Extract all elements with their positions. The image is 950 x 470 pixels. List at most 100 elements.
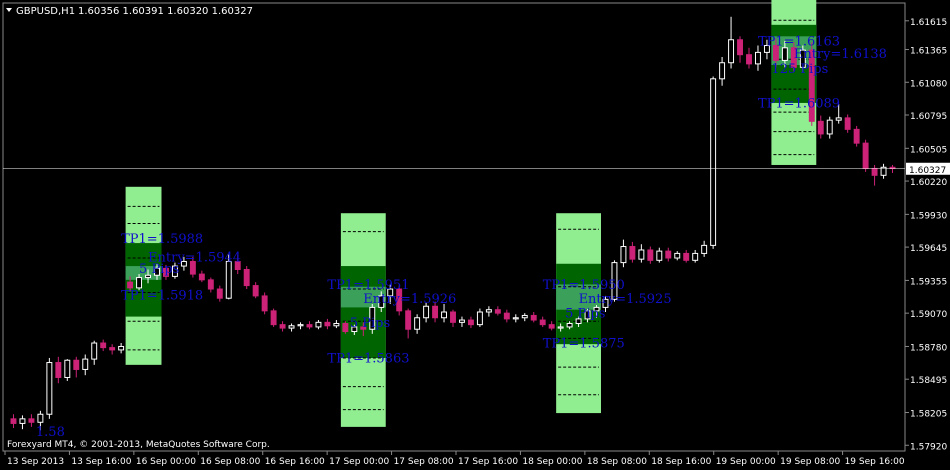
candle-body xyxy=(252,285,259,297)
candle-body xyxy=(297,324,304,327)
candle-body xyxy=(665,250,672,259)
annotation-label: 5 Pips xyxy=(350,316,390,331)
candle-body xyxy=(844,117,851,130)
y-tick-label: 1.58780 xyxy=(910,343,947,353)
candle-body xyxy=(629,246,636,260)
annotation-label: 1.58 xyxy=(36,425,65,440)
x-tick-label: 16 Sep 16:00 xyxy=(265,457,325,467)
candle-body xyxy=(755,51,761,65)
candle-body xyxy=(656,250,663,261)
y-tick-label: 1.61365 xyxy=(910,47,947,57)
annotation-label: TP1=1.5951 xyxy=(327,278,409,293)
candle-body xyxy=(647,249,654,261)
y-tick-label: 1.59645 xyxy=(910,244,947,254)
candle-body xyxy=(459,319,465,323)
candle-body xyxy=(414,317,421,330)
candle-body xyxy=(288,325,295,329)
y-tick-label: 1.59070 xyxy=(910,310,947,320)
y-tick-label: 1.60220 xyxy=(910,178,947,188)
candle-body xyxy=(683,252,690,261)
candle-body xyxy=(548,324,555,329)
candle-body xyxy=(521,314,528,319)
candle-body xyxy=(620,246,627,264)
candle-body xyxy=(82,358,89,370)
candle-body xyxy=(207,279,214,290)
y-tick-label: 1.61080 xyxy=(910,79,947,89)
candle-body xyxy=(871,167,878,176)
annotation-label: 5 Pips xyxy=(139,262,179,277)
candle-body xyxy=(91,342,98,360)
price-chart[interactable]: TP1=1.5988Entry=1.59445 PipsTP1=1.5918TP… xyxy=(0,0,950,470)
candle-body xyxy=(853,128,860,144)
x-tick-label: 19 Sep 08:00 xyxy=(780,457,840,467)
annotation-label: TP1=1.5950 xyxy=(543,278,625,293)
current-price-label: 1.60327 xyxy=(909,166,946,176)
candle-body xyxy=(557,326,564,329)
candle-body xyxy=(638,249,645,260)
candle-body xyxy=(19,418,26,424)
candle-body xyxy=(467,319,474,326)
ohlc-values: 1.60356 1.60391 1.60320 1.60327 xyxy=(78,6,253,17)
y-tick-label: 1.58205 xyxy=(910,410,947,420)
candle-body xyxy=(817,120,824,135)
candle-body xyxy=(423,305,430,319)
candle-body xyxy=(198,273,205,281)
candle-body xyxy=(450,311,456,323)
candle-body xyxy=(826,119,833,135)
candle-body xyxy=(539,319,546,326)
y-tick-label: 1.60505 xyxy=(910,145,947,155)
candle-body xyxy=(485,309,492,313)
candle-body xyxy=(494,309,501,314)
x-tick-label: 18 Sep 08:00 xyxy=(587,457,647,467)
candle-body xyxy=(127,281,134,289)
annotation-label: TP1=1.5918 xyxy=(121,288,203,303)
x-tick-label: 19 Sep 00:00 xyxy=(716,457,776,467)
candle-body xyxy=(566,322,573,328)
candle-body xyxy=(405,310,412,330)
y-tick-label: 1.57920 xyxy=(910,442,947,452)
y-tick-label: 1.61615 xyxy=(910,18,947,28)
candle-body xyxy=(37,413,44,423)
candle-body xyxy=(46,362,53,415)
x-tick-label: 13 Sep 16:00 xyxy=(71,457,131,467)
candle-body xyxy=(862,142,869,169)
candle-body xyxy=(530,314,537,321)
candle-body xyxy=(746,54,752,65)
y-tick-label: 1.58495 xyxy=(910,376,947,386)
candle-body xyxy=(512,317,519,320)
x-tick-label: 18 Sep 16:00 xyxy=(651,457,711,467)
y-tick-label: 1.59930 xyxy=(910,211,947,221)
candle-body xyxy=(109,347,116,351)
candle-body xyxy=(441,311,447,319)
candle-body xyxy=(73,359,80,370)
candle-body xyxy=(728,39,735,64)
candle-body xyxy=(100,342,107,349)
candle-body xyxy=(737,39,743,56)
candle-body xyxy=(503,312,510,320)
annotation-label: TP1=1.6089 xyxy=(758,97,840,112)
candle-body xyxy=(261,295,268,312)
candle-body xyxy=(710,78,717,246)
y-tick-label: 1.60795 xyxy=(910,112,947,122)
annotation-label: 5 Pips xyxy=(565,307,605,322)
candle-body xyxy=(476,311,483,326)
candle-body xyxy=(692,252,699,261)
y-tick-label: 1.59355 xyxy=(910,277,947,287)
candle-body xyxy=(701,244,708,254)
candle-body xyxy=(306,324,313,328)
x-tick-label: 17 Sep 16:00 xyxy=(458,457,518,467)
candle-body xyxy=(835,117,842,121)
x-tick-label: 16 Sep 00:00 xyxy=(136,457,196,467)
x-tick-label: 17 Sep 00:00 xyxy=(329,457,389,467)
x-tick-label: 13 Sep 2013 xyxy=(7,457,64,467)
x-tick-label: 17 Sep 08:00 xyxy=(394,457,454,467)
chart-window[interactable]: TP1=1.5988 Entry=1.5944 5 Pips TP1=1.5918 TP… xyxy=(0,0,950,470)
candle-body xyxy=(225,260,232,299)
candle-body xyxy=(28,418,35,423)
annotation-label: 125 Pips xyxy=(771,62,828,77)
annotation-label: TP1=1.5863 xyxy=(327,352,409,367)
candle-body xyxy=(781,47,788,61)
copyright: Forexyard MT4, © 2001-2013, MetaQuotes S… xyxy=(7,440,270,450)
candle-body xyxy=(10,418,17,424)
x-tick-label: 18 Sep 00:00 xyxy=(522,457,582,467)
